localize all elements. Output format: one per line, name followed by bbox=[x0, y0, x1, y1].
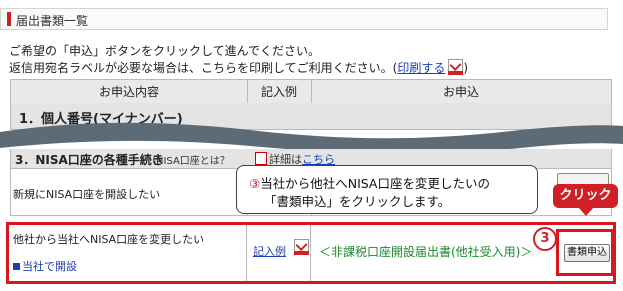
column-divider bbox=[310, 225, 311, 281]
example-link[interactable]: 記入例 bbox=[253, 243, 286, 259]
header-example: 記入例 bbox=[247, 80, 312, 104]
callout-number: ③ bbox=[249, 176, 261, 191]
square-bullet-icon bbox=[13, 263, 20, 270]
torn-divider bbox=[0, 122, 623, 152]
pdf-icon[interactable] bbox=[448, 59, 464, 75]
callout-line-1: ③当社から他社へNISA口座を変更したいの bbox=[249, 173, 490, 192]
detail-icon bbox=[255, 152, 267, 165]
click-badge: クリック bbox=[553, 184, 618, 208]
callout-line-2: 「書類申込」をクリックします。 bbox=[264, 194, 451, 209]
document-apply-button[interactable]: 書類申込 bbox=[564, 244, 610, 262]
intro-line-2-prefix: 返信用宛名ラベルが必要な場合は、こちらを印刷してご利用ください。( bbox=[9, 61, 398, 75]
pdf-icon[interactable] bbox=[294, 239, 309, 255]
section-header: 届出書類一覧 bbox=[0, 8, 608, 30]
column-divider bbox=[246, 225, 247, 281]
section-title: 届出書類一覧 bbox=[16, 14, 89, 28]
row-transfer-label: 他社から当社へNISA口座を変更したい bbox=[13, 233, 205, 246]
row-new-nisa-label: 新規にNISA口座を開設したい bbox=[13, 188, 161, 201]
callout-line-1-text: 当社から他社へNISA口座を変更したいの bbox=[260, 176, 490, 191]
intro-line-2: 返信用宛名ラベルが必要な場合は、こちらを印刷してご利用ください。(印刷する) bbox=[9, 59, 468, 76]
step-number-badge: 3 bbox=[533, 227, 557, 251]
section-accent-bar bbox=[7, 12, 11, 26]
header-apply: お申込 bbox=[442, 85, 479, 99]
nisa-question-text: （NISA口座とは？ bbox=[146, 156, 230, 167]
category-label-nisa: 3．NISA口座の各種手続き bbox=[15, 153, 164, 167]
table-row-transfer-nisa: 他社から当社へNISA口座を変更したい 当社で開設 記入例 ＜非課税口座開設届出… bbox=[6, 222, 616, 284]
header-application-content: お申込内容 bbox=[11, 80, 248, 104]
click-badge-pointer bbox=[578, 207, 594, 216]
apply-button-highlight: 書類申込 bbox=[556, 229, 614, 276]
open-at-our-company-link[interactable]: 当社で開設 bbox=[13, 258, 77, 274]
instruction-callout: ③当社から他社へNISA口座を変更したいの 「書類申込」をクリックします。 bbox=[236, 165, 538, 214]
intro-line-2-suffix: ) bbox=[463, 61, 469, 75]
print-link[interactable]: 印刷する bbox=[397, 61, 445, 75]
form-name: ＜非課税口座開設届出書(他社受入用)＞ bbox=[319, 245, 533, 259]
intro-line-1: ご希望の「申込」ボタンをクリックして進んでください。 bbox=[9, 44, 321, 58]
open-at-our-company-text: 当社で開設 bbox=[22, 260, 77, 273]
table-header: お申込内容 記入例 お申込 bbox=[10, 79, 612, 105]
